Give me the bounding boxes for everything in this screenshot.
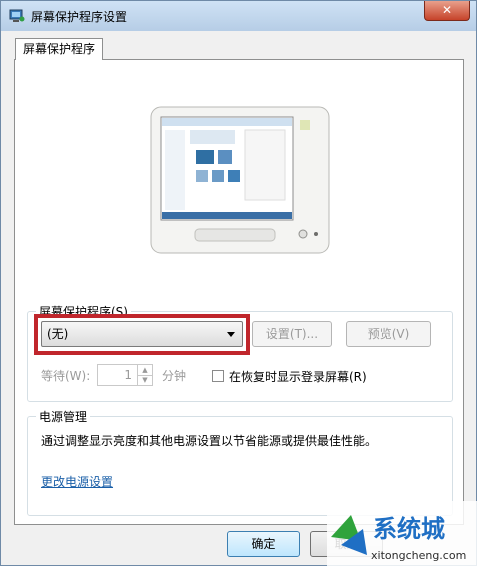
display-settings-icon [9,9,25,22]
tab-panel: 屏幕保护程序(S) 电源管理 [14,59,464,525]
wait-spin-buttons: ▲ ▼ [137,365,152,385]
preview-button[interactable]: 预览(V) [346,321,431,347]
watermark-url: xitongcheng.com [371,549,466,562]
title-bar: 屏幕保护程序设置 ✕ [1,1,476,31]
highlight-annotation [34,314,250,355]
close-icon: ✕ [441,3,453,17]
watermark-logo: 系统城 xitongcheng.com [327,501,477,567]
close-button[interactable]: ✕ [424,1,470,21]
spin-down-icon[interactable]: ▼ [138,375,152,385]
change-power-settings-link[interactable]: 更改电源设置 [41,473,113,490]
resume-logon-label[interactable]: 在恢复时显示登录屏幕(R) [229,368,367,385]
screensaver-settings-window: 屏幕保护程序设置 ✕ 屏幕保护程序 屏幕保护程序(S) 电源管理 (无) 设置(… [0,0,477,567]
wait-unit-label: 分钟 [162,369,187,383]
watermark-brand: 系统城 [373,515,445,543]
window-title: 屏幕保护程序设置 [31,10,128,24]
wait-label: 等待(W): [41,369,91,383]
power-description: 通过调整显示亮度和其他电源设置以节省能源或提供最佳性能。 [41,434,378,448]
wait-stepper[interactable]: 1 ▲ ▼ [97,364,153,386]
monitor-preview-image [150,106,330,254]
wait-value: 1 [124,368,132,382]
settings-button[interactable]: 设置(T)... [252,321,332,347]
resume-logon-checkbox[interactable] [212,370,224,382]
power-group-label: 电源管理 [36,408,91,425]
tab-screensaver[interactable]: 屏幕保护程序 [15,38,103,60]
ok-button[interactable]: 确定 [227,531,300,557]
